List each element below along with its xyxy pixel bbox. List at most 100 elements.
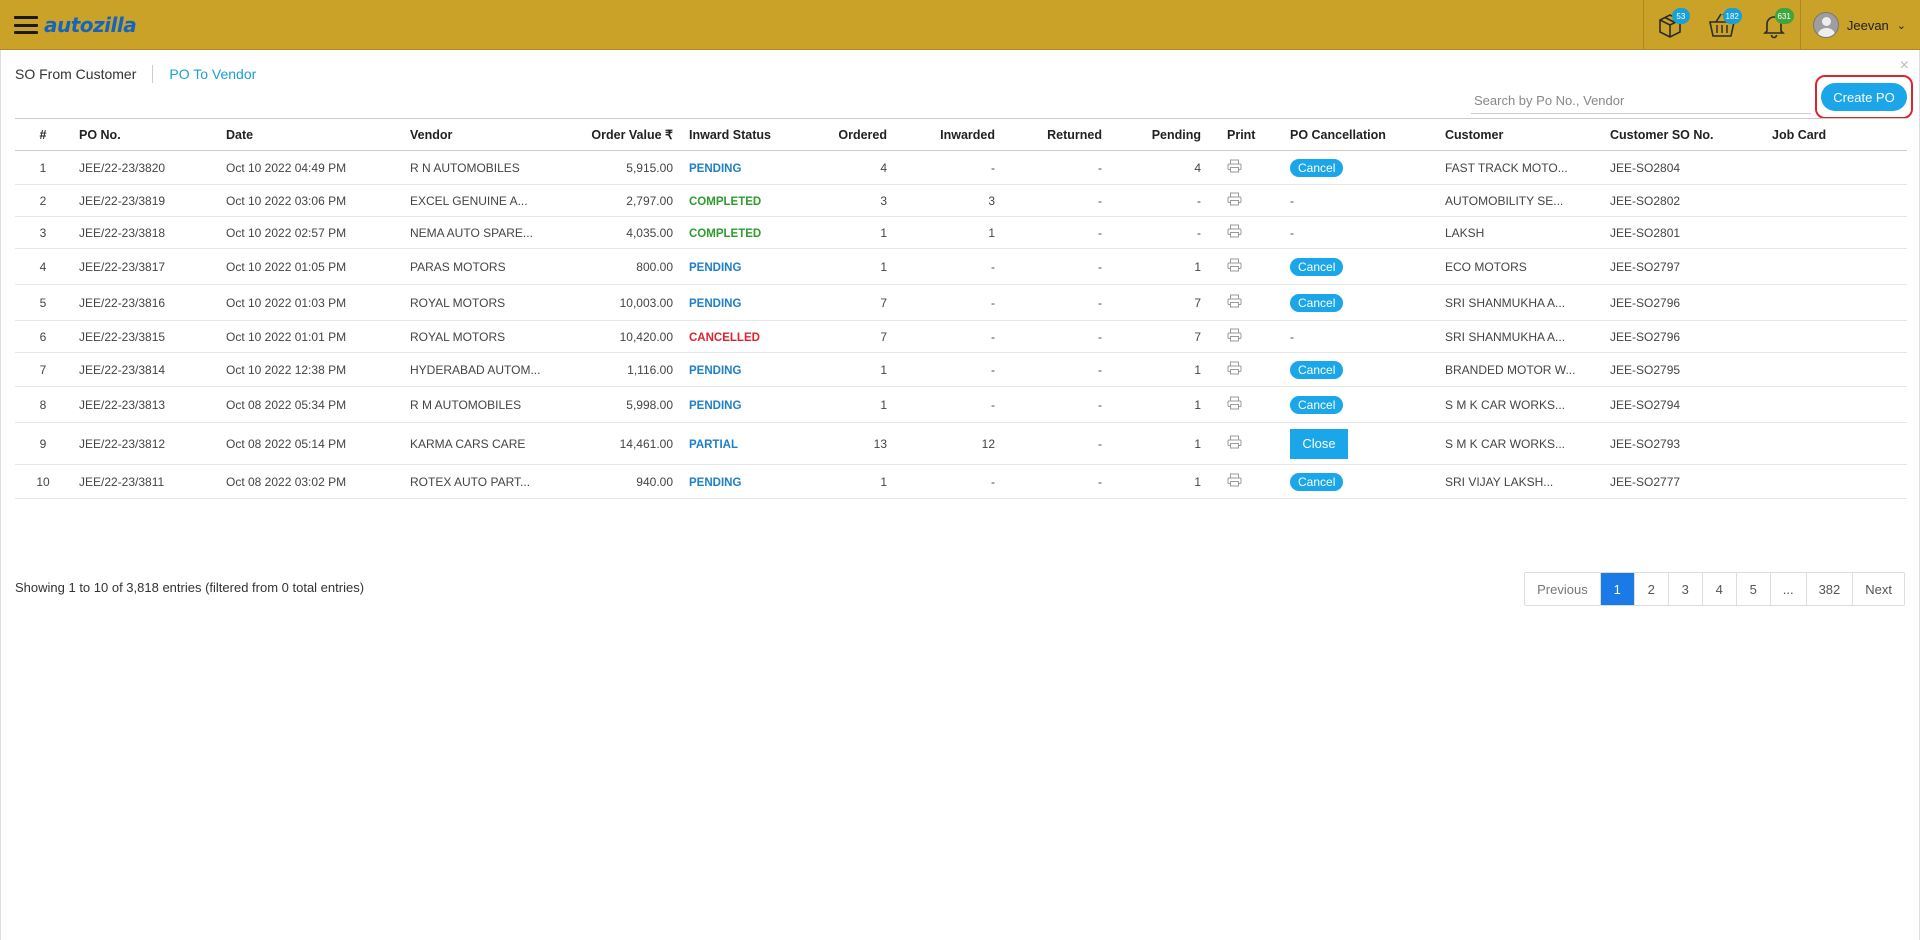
col-header-returned[interactable]: Returned [1003, 118, 1110, 151]
cell-customer-so[interactable]: JEE-SO2796 [1602, 320, 1764, 353]
cell-num: 8 [15, 386, 71, 423]
search-input[interactable] [1471, 88, 1811, 114]
cell-customer-so[interactable]: JEE-SO2797 [1602, 248, 1764, 285]
bell-icon[interactable]: 631 [1748, 0, 1800, 50]
tab-so-from-customer[interactable]: SO From Customer [15, 66, 136, 82]
cell-order-value: 5,915.00 [550, 150, 681, 185]
table-row[interactable]: 10 JEE/22-23/3811 Oct 08 2022 03:02 PM ROTE… [15, 464, 1907, 499]
table-row[interactable]: 5 JEE/22-23/3816 Oct 10 2022 01:03 PM ROYAL… [15, 284, 1907, 321]
cell-date: Oct 10 2022 01:01 PM [218, 320, 402, 353]
cancel-po-button[interactable]: Cancel [1290, 257, 1344, 276]
col-header-ordered[interactable]: Ordered [818, 118, 895, 151]
pagination-previous[interactable]: Previous [1525, 573, 1600, 605]
cell-job-card [1764, 422, 1907, 465]
col-header-date[interactable]: Date [218, 118, 402, 151]
cell-po-no[interactable]: JEE/22-23/3811 [71, 464, 218, 499]
cell-po-no[interactable]: JEE/22-23/3815 [71, 320, 218, 353]
cell-ordered: 7 [818, 284, 895, 321]
hamburger-menu-icon[interactable] [14, 16, 38, 34]
table-row[interactable]: 3 JEE/22-23/3818 Oct 10 2022 02:57 PM NEMA … [15, 216, 1907, 249]
cell-vendor: R N AUTOMOBILES [402, 150, 550, 185]
table-row[interactable]: 7 JEE/22-23/3814 Oct 10 2022 12:38 PM HYDER… [15, 352, 1907, 387]
cell-customer-so[interactable]: JEE-SO2802 [1602, 184, 1764, 217]
cell-vendor: ROYAL MOTORS [402, 320, 550, 353]
cell-customer-so[interactable]: JEE-SO2804 [1602, 150, 1764, 185]
pagination-page-2[interactable]: 2 [1633, 573, 1668, 605]
tab-bar: SO From Customer PO To Vendor [15, 65, 256, 83]
printer-icon[interactable] [1227, 159, 1242, 176]
cell-inwarded: 1 [895, 216, 1003, 249]
printer-icon[interactable] [1227, 473, 1242, 490]
cell-pending: 1 [1110, 352, 1209, 387]
cell-inward-status: PENDING [681, 248, 818, 285]
pagination-page-1[interactable]: 1 [1599, 573, 1634, 605]
table-row[interactable]: 2 JEE/22-23/3819 Oct 10 2022 03:06 PM EXCEL… [15, 184, 1907, 217]
cell-customer-so[interactable]: JEE-SO2796 [1602, 284, 1764, 321]
cancel-po-button[interactable]: Cancel [1290, 293, 1344, 312]
table-row[interactable]: 6 JEE/22-23/3815 Oct 10 2022 01:01 PM ROYAL… [15, 320, 1907, 353]
cell-print [1209, 352, 1282, 387]
cell-customer-so[interactable]: JEE-SO2777 [1602, 464, 1764, 499]
cancel-po-button[interactable]: Cancel [1290, 158, 1344, 177]
cancel-po-button[interactable]: Cancel [1290, 472, 1344, 491]
basket-icon[interactable]: 182 [1696, 0, 1748, 50]
pagination-page-5[interactable]: 5 [1735, 573, 1770, 605]
printer-icon[interactable] [1227, 192, 1242, 209]
cell-job-card [1764, 352, 1907, 387]
cancel-po-button[interactable]: Cancel [1290, 360, 1344, 379]
cell-po-no[interactable]: JEE/22-23/3814 [71, 352, 218, 387]
printer-icon[interactable] [1227, 224, 1242, 241]
tab-po-to-vendor[interactable]: PO To Vendor [169, 66, 256, 82]
table-row[interactable]: 1 JEE/22-23/3820 Oct 10 2022 04:49 PM R N A… [15, 150, 1907, 185]
cell-date: Oct 08 2022 03:02 PM [218, 464, 402, 499]
package-count-badge: 53 [1671, 8, 1690, 24]
cell-po-no[interactable]: JEE/22-23/3820 [71, 150, 218, 185]
printer-icon[interactable] [1227, 294, 1242, 311]
pagination-page-382[interactable]: 382 [1805, 573, 1853, 605]
cell-po-no[interactable]: JEE/22-23/3816 [71, 284, 218, 321]
cell-customer-so[interactable]: JEE-SO2801 [1602, 216, 1764, 249]
cell-customer-so[interactable]: JEE-SO2793 [1602, 422, 1764, 465]
close-icon[interactable]: × [1900, 57, 1909, 75]
create-po-button[interactable]: Create PO [1821, 83, 1907, 111]
user-menu[interactable]: Jeevan ⌄ [1801, 0, 1920, 50]
col-header-customer-so[interactable]: Customer SO No. [1602, 118, 1764, 151]
col-header-vendor[interactable]: Vendor [402, 118, 550, 151]
cell-print [1209, 320, 1282, 353]
cell-po-cancellation: - [1282, 216, 1437, 249]
printer-icon[interactable] [1227, 258, 1242, 275]
printer-icon[interactable] [1227, 396, 1242, 413]
col-header-inwarded[interactable]: Inwarded [895, 118, 1003, 151]
close-po-button[interactable]: Close [1290, 428, 1348, 459]
cell-po-no[interactable]: JEE/22-23/3819 [71, 184, 218, 217]
pagination-page-4[interactable]: 4 [1701, 573, 1736, 605]
pagination-page-3[interactable]: 3 [1667, 573, 1702, 605]
pagination-next[interactable]: Next [1852, 573, 1904, 605]
cell-inwarded: 3 [895, 184, 1003, 217]
cell-po-no[interactable]: JEE/22-23/3812 [71, 422, 218, 465]
printer-icon[interactable] [1227, 435, 1242, 452]
cell-po-no[interactable]: JEE/22-23/3817 [71, 248, 218, 285]
printer-icon[interactable] [1227, 328, 1242, 345]
col-header-order-value[interactable]: Order Value ₹ [550, 118, 681, 151]
table-row[interactable]: 9 JEE/22-23/3812 Oct 08 2022 05:14 PM KARMA… [15, 422, 1907, 465]
printer-icon[interactable] [1227, 361, 1242, 378]
col-header-num: # [15, 118, 71, 151]
cancel-po-button[interactable]: Cancel [1290, 395, 1344, 414]
cell-po-no[interactable]: JEE/22-23/3818 [71, 216, 218, 249]
package-icon[interactable]: 53 [1644, 0, 1696, 50]
autozilla-logo[interactable]: autozilla [44, 13, 137, 37]
col-header-inward-status[interactable]: Inward Status [681, 118, 818, 151]
cell-po-no[interactable]: JEE/22-23/3813 [71, 386, 218, 423]
col-header-po-no[interactable]: PO No. [71, 118, 218, 151]
po-list-panel: SO From Customer PO To Vendor × Create P… [0, 50, 1920, 940]
table-row[interactable]: 4 JEE/22-23/3817 Oct 10 2022 01:05 PM PARAS… [15, 248, 1907, 285]
cell-date: Oct 10 2022 02:57 PM [218, 216, 402, 249]
table-row[interactable]: 8 JEE/22-23/3813 Oct 08 2022 05:34 PM R M A… [15, 386, 1907, 423]
cell-customer-so[interactable]: JEE-SO2794 [1602, 386, 1764, 423]
col-header-customer[interactable]: Customer [1437, 118, 1602, 151]
cell-order-value: 800.00 [550, 248, 681, 285]
cell-inward-status: PENDING [681, 150, 818, 185]
cell-customer-so[interactable]: JEE-SO2795 [1602, 352, 1764, 387]
col-header-pending[interactable]: Pending [1110, 118, 1209, 151]
